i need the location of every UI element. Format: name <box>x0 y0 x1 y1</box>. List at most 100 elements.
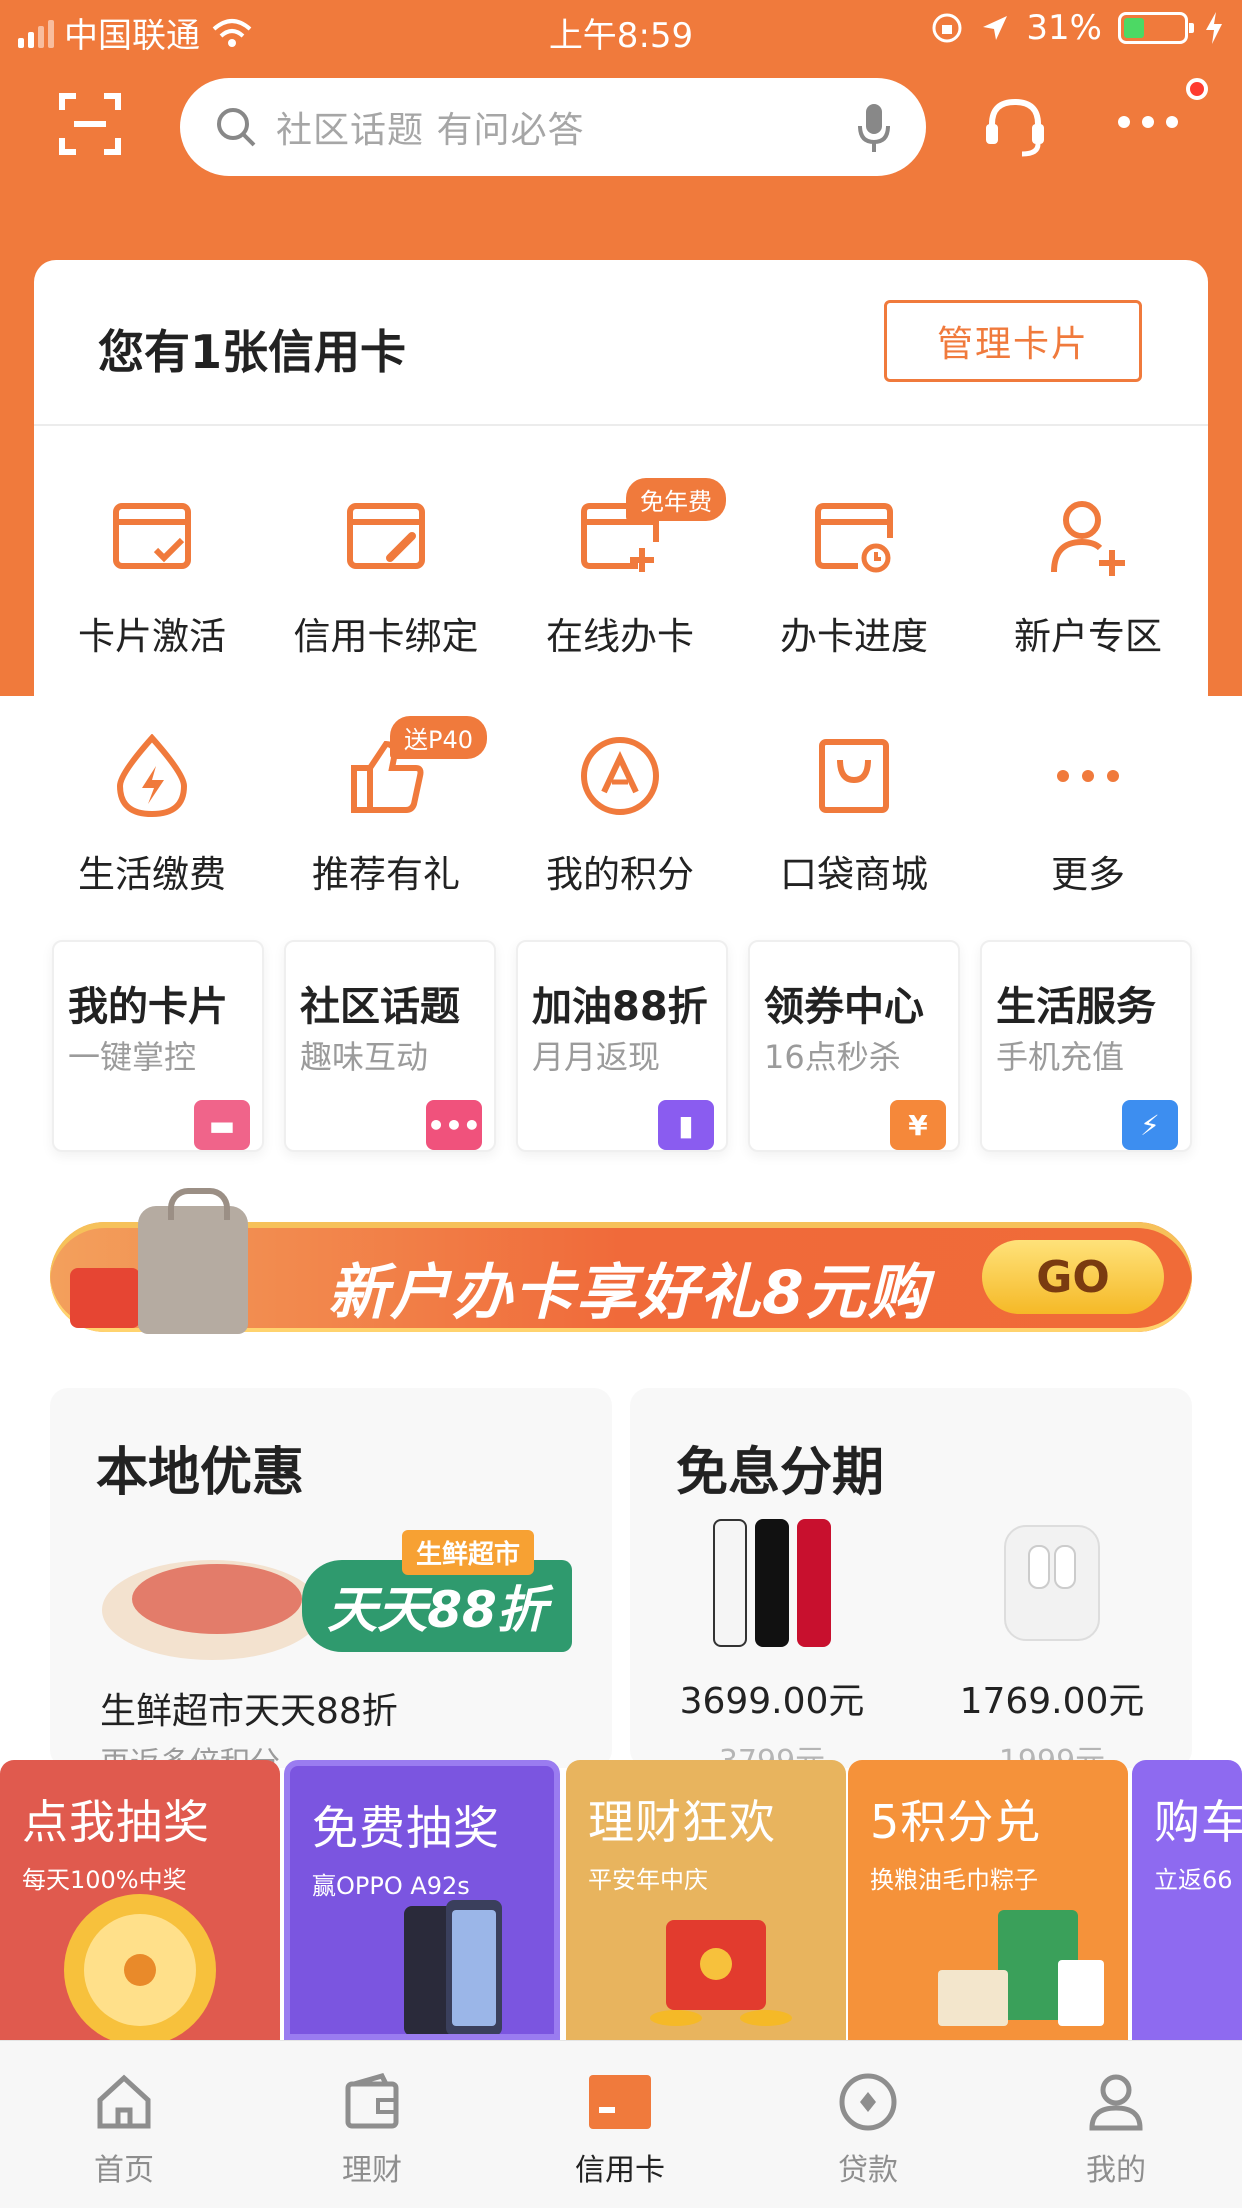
grid-label: 卡片激活 <box>78 615 226 658</box>
notification-dot <box>1186 78 1208 100</box>
product-price: 1769.00元 <box>959 1681 1145 1722</box>
grid-label: 口袋商城 <box>780 853 928 896</box>
grid-item-referral[interactable]: 送P40 推荐有礼 <box>270 716 502 898</box>
shopping-bag-icon <box>819 739 889 813</box>
quick-card-sub: 月月返现 <box>532 1038 661 1076</box>
grid-label: 生活缴费 <box>78 853 226 896</box>
red-envelope-icon <box>650 1920 792 2026</box>
wallet-icon <box>345 2073 399 2129</box>
tab-home[interactable]: 首页 <box>0 2067 248 2189</box>
search-placeholder: 社区话题 有问必答 <box>276 110 585 151</box>
gift-box-icon <box>70 1268 140 1328</box>
quick-card-coupons[interactable]: 领券中心 16点秒杀 ¥ <box>748 940 960 1152</box>
promo-free-lottery[interactable]: 免费抽奖 赢OPPO A92s <box>284 1760 560 2040</box>
promo-subtitle: 立返66 <box>1154 1866 1233 1894</box>
top-header: 社区话题 有问必答 <box>0 70 1242 180</box>
grid-item-pocket-mall[interactable]: 口袋商城 <box>738 726 970 898</box>
grid-label: 我的积分 <box>546 853 694 896</box>
prize-wheel-icon <box>64 1894 216 2040</box>
card-check-icon <box>113 503 191 569</box>
quick-card-my-cards[interactable]: 我的卡片 一键掌控 ▬ <box>52 940 264 1152</box>
grid-item-apply-progress[interactable]: 办卡进度 <box>738 488 970 660</box>
credit-card-icon <box>589 2075 651 2129</box>
quick-card-community[interactable]: 社区话题 趣味互动 ••• <box>284 940 496 1152</box>
grid-label: 信用卡绑定 <box>293 615 479 658</box>
promo-title: 免费抽奖 <box>312 1801 500 1855</box>
grid-label: 办卡进度 <box>780 615 928 658</box>
search-icon <box>217 108 256 147</box>
grid-item-life-payment[interactable]: 生活缴费 <box>36 726 268 898</box>
promo-points[interactable]: 5积分兑 换粮油毛巾粽子 <box>848 1760 1128 2040</box>
fuel-icon: ▮ <box>658 1100 714 1150</box>
search-bar[interactable]: 社区话题 有问必答 <box>180 78 926 176</box>
customer-service-icon[interactable] <box>982 94 1048 160</box>
bolt-icon: ⚡ <box>1122 1100 1178 1150</box>
tab-label: 信用卡 <box>575 2153 665 2188</box>
loan-icon <box>839 2073 897 2131</box>
home-icon <box>97 2074 151 2129</box>
points-icon <box>581 737 659 815</box>
quick-card-life-services[interactable]: 生活服务 手机充值 ⚡ <box>980 940 1192 1152</box>
airpods-icon <box>1004 1525 1100 1641</box>
more-dots-icon <box>1057 770 1119 782</box>
grid-item-my-points[interactable]: 我的积分 <box>504 726 736 898</box>
product-airpods[interactable]: 1769.00元 1999元 <box>922 1518 1182 1768</box>
panel-title: 免息分期 <box>676 1443 885 1503</box>
banner-text: 新户办卡享好礼8元购 <box>328 1258 930 1328</box>
grid-label: 新户专区 <box>1014 615 1162 658</box>
tab-wealth[interactable]: 理财 <box>248 2067 496 2189</box>
groceries-icon <box>938 1910 1104 2026</box>
local-offers-panel[interactable]: 本地优惠 天天88折 生鲜超市 生鲜超市天天88折 再返多倍积分 <box>50 1388 612 1768</box>
installments-panel[interactable]: 免息分期 3699.00元 3799元 1769.00元 1999元 <box>630 1388 1192 1768</box>
card-count-title: 您有1张信用卡 <box>98 325 407 379</box>
more-menu-icon[interactable] <box>1118 116 1178 128</box>
promo-title: 理财狂欢 <box>588 1795 776 1849</box>
battery-label: 31% <box>1026 8 1102 48</box>
location-icon <box>983 16 1008 40</box>
user-add-icon <box>1051 501 1125 576</box>
profile-icon <box>1089 2074 1143 2131</box>
status-right: 31% <box>930 8 1224 48</box>
manage-cards-button[interactable]: 管理卡片 <box>884 300 1142 382</box>
card-link-icon <box>347 503 425 569</box>
coupon-icon: ¥ <box>890 1100 946 1150</box>
tab-loans[interactable]: 贷款 <box>744 2067 992 2189</box>
tab-label: 贷款 <box>838 2153 898 2188</box>
quick-card-sub: 手机充值 <box>996 1038 1125 1076</box>
gift-badge: 送P40 <box>390 716 488 759</box>
quick-card-title: 社区话题 <box>300 984 460 1030</box>
tab-label: 首页 <box>94 2153 154 2188</box>
promo-lottery[interactable]: 点我抽奖 每天100%中奖 <box>0 1760 280 2040</box>
quick-card-title: 生活服务 <box>996 984 1156 1030</box>
quick-card-title: 领券中心 <box>764 984 924 1030</box>
quick-card-sub: 一键掌控 <box>68 1038 197 1076</box>
fresh-market-badge: 生鲜超市 <box>402 1530 535 1575</box>
new-user-banner[interactable]: 新户办卡享好礼8元购 GO <box>50 1188 1192 1334</box>
promo-title: 点我抽奖 <box>22 1795 210 1849</box>
promo-title: 5积分兑 <box>870 1795 1042 1849</box>
promo-car[interactable]: 购车 立返66 <box>1132 1760 1242 2040</box>
banner-go-button[interactable]: GO <box>982 1240 1164 1314</box>
card-clock-icon <box>815 503 893 573</box>
product-phone[interactable]: 3699.00元 3799元 <box>642 1518 902 1768</box>
backpack-image <box>138 1188 248 1334</box>
scan-icon[interactable] <box>58 92 122 156</box>
card-icon: ▬ <box>194 1100 250 1150</box>
grid-item-card-bind[interactable]: 信用卡绑定 <box>270 488 502 660</box>
grid-item-new-user[interactable]: 新户专区 <box>972 488 1204 660</box>
divider <box>34 424 1208 426</box>
grid-item-apply-online[interactable]: 免年费 在线办卡 <box>504 478 736 660</box>
grid-label: 推荐有礼 <box>312 853 460 896</box>
promo-title: 购车 <box>1154 1795 1242 1849</box>
grid-item-more[interactable]: 更多 <box>972 726 1204 898</box>
tab-credit-card[interactable]: 信用卡 <box>496 2067 744 2189</box>
grid-item-card-activate[interactable]: 卡片激活 <box>36 488 268 660</box>
microphone-icon[interactable] <box>856 102 892 154</box>
tab-profile[interactable]: 我的 <box>992 2067 1240 2189</box>
quick-card-fuel[interactable]: 加油88折 月月返现 ▮ <box>516 940 728 1152</box>
promo-wealth[interactable]: 理财狂欢 平安年中庆 <box>566 1760 846 2040</box>
free-fee-badge: 免年费 <box>626 478 726 521</box>
fresh-market-image: 天天88折 生鲜超市 <box>102 1530 572 1660</box>
product-price: 3699.00元 <box>679 1681 865 1722</box>
promo-subtitle: 平安年中庆 <box>588 1866 708 1894</box>
